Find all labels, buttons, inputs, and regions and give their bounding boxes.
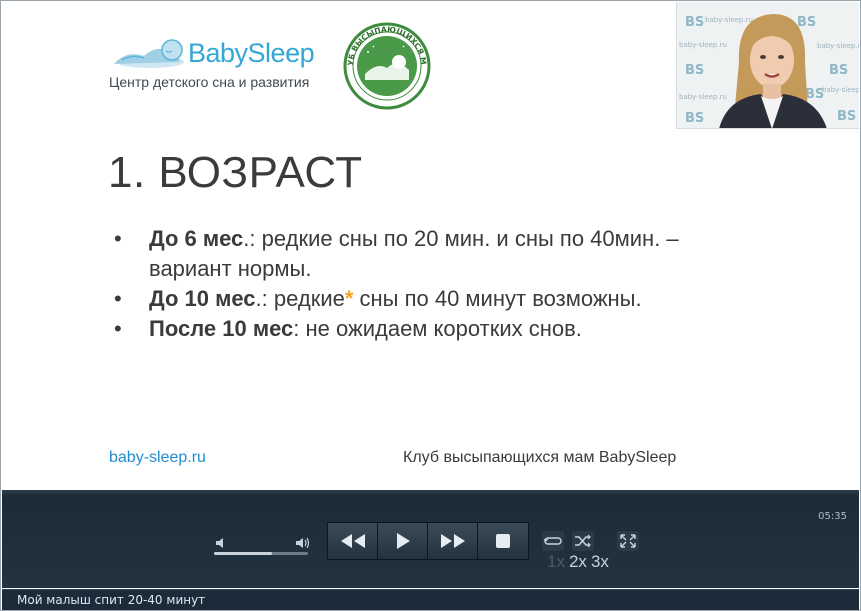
repeat-button[interactable] xyxy=(542,531,564,551)
footer-club-name: Клуб высыпающихся мам BabySleep xyxy=(403,449,677,466)
svg-text:baby-sleep.ru: baby-sleep.ru xyxy=(817,42,859,50)
svg-text:BS: BS xyxy=(685,15,704,30)
bullet-item: • После 10 мес: не ожидаем коротких снов… xyxy=(114,316,582,341)
rewind-button[interactable] xyxy=(328,523,378,559)
logo-tagline: Центр детского сна и развития xyxy=(109,74,310,90)
presenter-video-frame: BSBSBS BSBSBS BS baby-sleep.ru baby-slee… xyxy=(677,2,859,128)
bullet-bold: После 10 мес xyxy=(149,316,294,341)
volume-slider-fill xyxy=(214,552,273,555)
bullet-list: • До 6 мес.: редкие сны по 20 мин. и сны… xyxy=(108,224,688,344)
bullet-bold: До 10 мес xyxy=(149,286,256,311)
svg-text:BS: BS xyxy=(797,15,816,30)
transport-controls xyxy=(327,522,529,560)
logo-brand-text: BabySleep xyxy=(188,38,315,68)
svg-text:BS: BS xyxy=(685,111,704,126)
svg-text:baby-sleep.ru: baby-sleep.ru xyxy=(679,93,727,101)
sleeping-baby-icon xyxy=(114,39,184,68)
speed-3x-button[interactable]: 3x xyxy=(591,552,609,571)
play-button[interactable] xyxy=(378,523,428,559)
svg-text:BS: BS xyxy=(837,109,856,124)
player-window: BabySleep Центр детского сна и развития … xyxy=(0,0,861,611)
club-seal-logo: КЛУБ ВЫСЫПАЮЩИХСЯ МАМ xyxy=(343,22,431,110)
svg-text:BS: BS xyxy=(685,63,704,78)
bullet-text: : не ожидаем коротких снов. xyxy=(293,316,582,341)
elapsed-time: 05:35 xyxy=(818,511,847,522)
babysleep-logo: BabySleep Центр детского сна и развития xyxy=(108,36,323,92)
volume-low-icon[interactable] xyxy=(213,535,229,551)
bullet-item: • До 10 мес.: редкие* сны по 40 минут во… xyxy=(114,286,642,311)
speed-2x-button[interactable]: 2x xyxy=(569,552,587,571)
stop-button[interactable] xyxy=(478,523,528,559)
webcam-video: BS BS BS BS BS BS BS baby-sleep.ru baby-slee… xyxy=(676,2,859,129)
bullet-text: .: редкие xyxy=(255,286,345,311)
repeat-icon xyxy=(544,537,562,545)
fast-forward-button[interactable] xyxy=(428,523,478,559)
status-bar: Мой малыш спит 20-40 минут xyxy=(2,589,859,610)
bullet-bold: До 6 мес xyxy=(149,226,244,251)
slide-title: 1. ВОЗРАСТ xyxy=(108,148,363,197)
fullscreen-icon xyxy=(620,534,636,548)
bullet-text: сны по 40 минут возможны. xyxy=(353,286,642,311)
svg-text:baby-sleep.ru: baby-sleep.ru xyxy=(822,86,859,94)
volume-slider[interactable] xyxy=(214,552,308,555)
svg-text:baby-sleep.ru: baby-sleep.ru xyxy=(679,41,727,49)
player-controls: 05:35 1x 2x 3x xyxy=(2,490,859,588)
video-caption: Мой малыш спит 20-40 минут xyxy=(17,593,206,607)
fast-forward-icon xyxy=(440,534,465,548)
shuffle-icon xyxy=(575,534,591,548)
volume-high-icon[interactable] xyxy=(294,535,310,551)
webcam-watermark: baby-sleep.ru xyxy=(705,16,753,24)
stop-icon xyxy=(496,534,510,548)
fullscreen-button[interactable] xyxy=(617,531,639,551)
shuffle-button[interactable] xyxy=(572,531,594,551)
rewind-icon xyxy=(340,534,365,548)
footer-website: baby-sleep.ru xyxy=(109,449,206,466)
speed-1x-button[interactable]: 1x xyxy=(547,552,565,571)
svg-text:BS: BS xyxy=(829,63,848,78)
playback-speed-selector: 1x 2x 3x xyxy=(547,552,613,572)
play-icon xyxy=(396,533,410,549)
bullet-item: • До 6 мес.: редкие сны по 20 мин. и сны… xyxy=(114,226,679,281)
